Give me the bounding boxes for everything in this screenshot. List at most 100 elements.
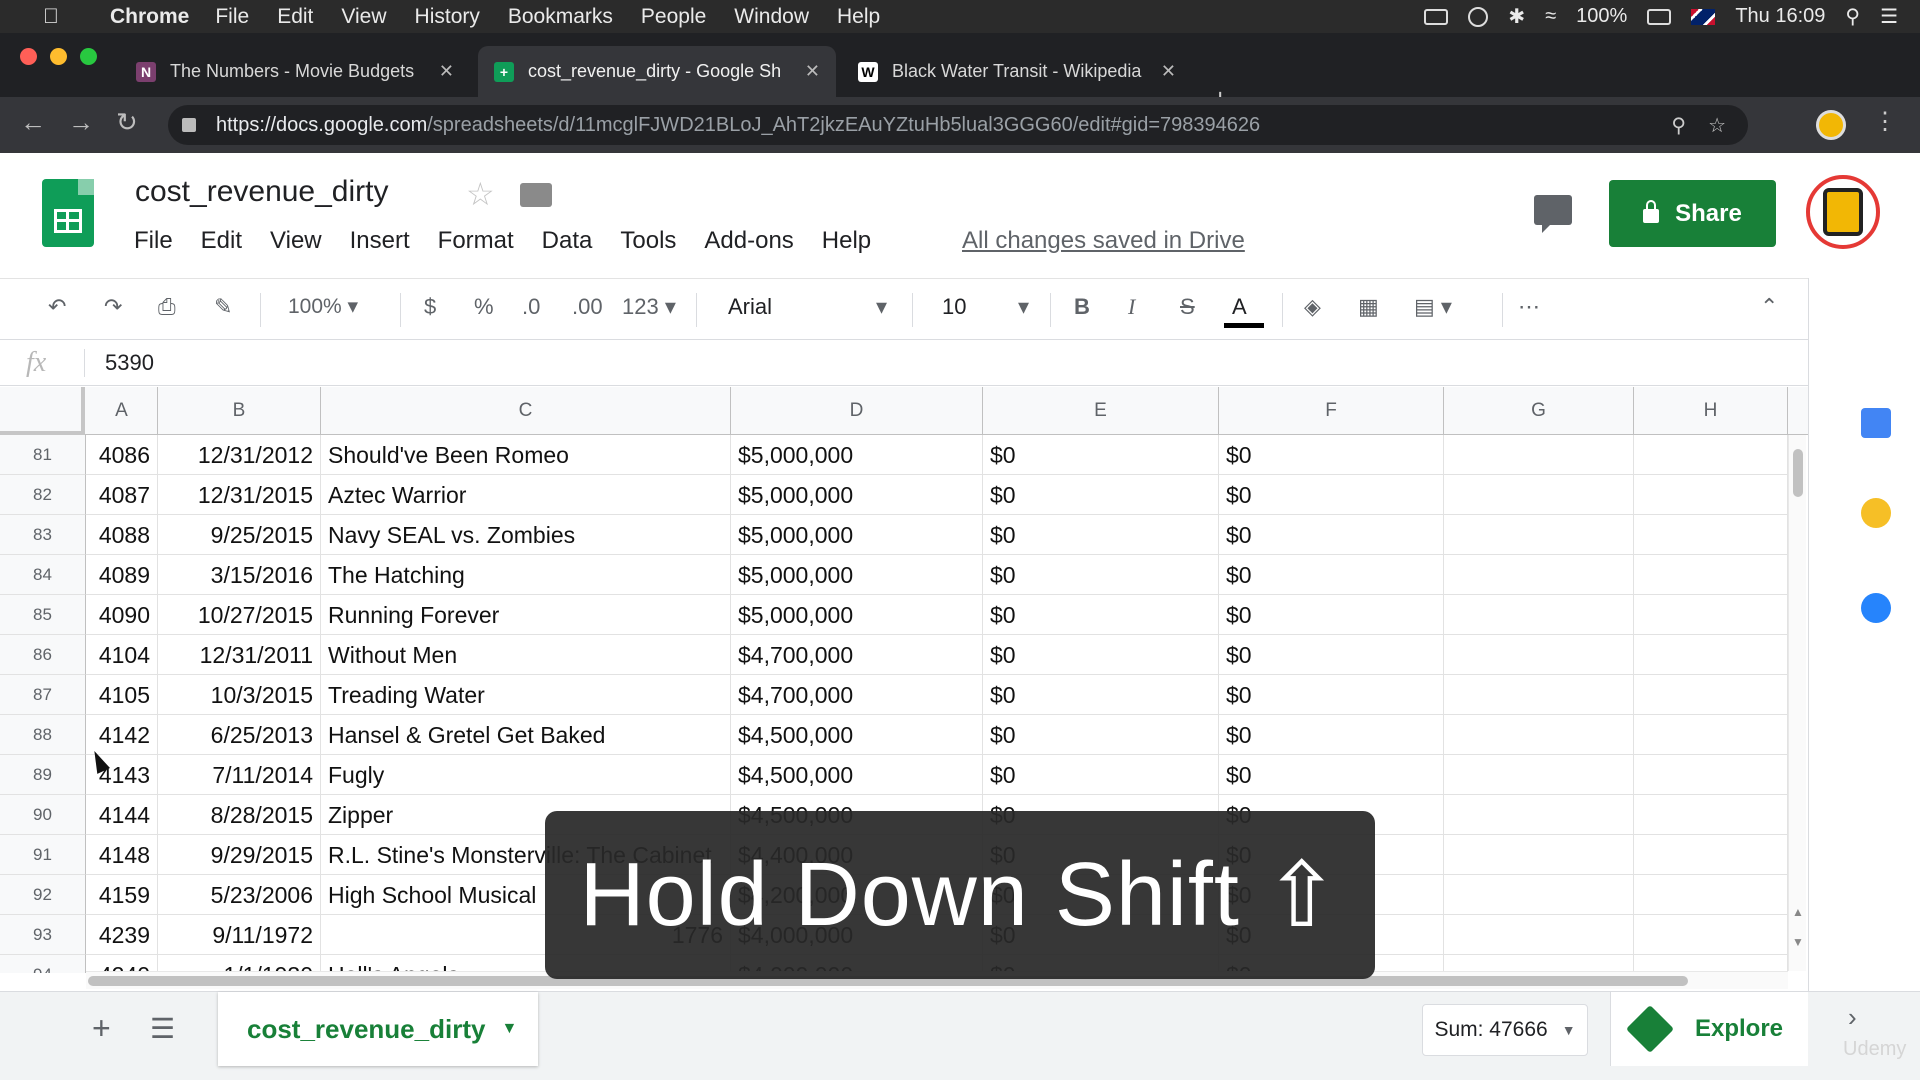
row-header[interactable]: 83 <box>0 515 86 555</box>
undo-icon[interactable]: ↶ <box>48 294 66 320</box>
cell-c[interactable]: Aztec Warrior <box>321 475 731 515</box>
column-header-e[interactable]: E <box>983 387 1219 435</box>
cell-h[interactable] <box>1634 795 1788 835</box>
cell-b[interactable]: 8/28/2015 <box>158 795 321 835</box>
account-avatar[interactable] <box>1806 175 1880 249</box>
column-header-b[interactable]: B <box>158 387 321 435</box>
star-document-icon[interactable]: ☆ <box>466 175 495 213</box>
menu-file[interactable]: File <box>134 227 173 255</box>
calendar-icon[interactable] <box>1861 408 1891 438</box>
cell-g[interactable] <box>1444 675 1634 715</box>
cell-c[interactable]: The Hatching <box>321 555 731 595</box>
battery-icon[interactable] <box>1647 8 1672 25</box>
column-header-a[interactable]: A <box>86 387 158 435</box>
chrome-menu-icon[interactable]: ⋮ <box>1873 107 1897 136</box>
share-button[interactable]: Share <box>1609 180 1776 247</box>
cell-g[interactable] <box>1444 835 1634 875</box>
cell-b[interactable]: 5/23/2006 <box>158 875 321 915</box>
cell-b[interactable]: 9/29/2015 <box>158 835 321 875</box>
cell-f[interactable]: $0 <box>1219 435 1444 475</box>
formula-input[interactable]: 5390 <box>105 350 154 376</box>
dash-app-icon[interactable] <box>1468 6 1489 27</box>
cell-d[interactable]: $5,000,000 <box>731 435 983 475</box>
cell-c[interactable]: Navy SEAL vs. Zombies <box>321 515 731 555</box>
cell-c[interactable]: Without Men <box>321 635 731 675</box>
cell-h[interactable] <box>1634 675 1788 715</box>
move-to-folder-icon[interactable] <box>520 183 552 207</box>
menu-view[interactable]: View <box>270 227 322 255</box>
cell-a[interactable]: 4086 <box>86 435 158 475</box>
select-all-corner[interactable] <box>0 387 85 435</box>
menu-data[interactable]: Data <box>542 227 593 255</box>
scroll-down-icon[interactable]: ▼ <box>1792 935 1804 949</box>
font-size-dropdown-icon[interactable]: ▾ <box>1018 294 1029 320</box>
cell-b[interactable]: 12/31/2011 <box>158 635 321 675</box>
row-header[interactable]: 91 <box>0 835 86 875</box>
menubar-clock[interactable]: Thu 16:09 <box>1735 5 1825 28</box>
menu-edit[interactable]: Edit <box>201 227 242 255</box>
redo-icon[interactable]: ↷ <box>104 294 122 320</box>
cell-a[interactable]: 4159 <box>86 875 158 915</box>
fill-color-icon[interactable]: ◈ <box>1304 294 1321 320</box>
reload-icon[interactable]: ↻ <box>116 107 138 138</box>
browser-tab-the-numbers[interactable]: N The Numbers - Movie Budgets ✕ <box>120 46 470 97</box>
cell-f[interactable]: $0 <box>1219 755 1444 795</box>
cell-a[interactable]: 4089 <box>86 555 158 595</box>
cell-b[interactable]: 12/31/2015 <box>158 475 321 515</box>
cell-a[interactable]: 4090 <box>86 595 158 635</box>
cell-g[interactable] <box>1444 635 1634 675</box>
cell-d[interactable]: $4,500,000 <box>731 755 983 795</box>
column-header-f[interactable]: F <box>1219 387 1444 435</box>
cell-d[interactable]: $4,700,000 <box>731 635 983 675</box>
menubar-file[interactable]: File <box>215 5 249 29</box>
row-header[interactable]: 84 <box>0 555 86 595</box>
browser-tab-cost-revenue[interactable]: + cost_revenue_dirty - Google Sh ✕ <box>478 46 836 97</box>
cell-h[interactable] <box>1634 635 1788 675</box>
vertical-scrollbar[interactable]: ▲ ▼ <box>1788 435 1806 971</box>
extension-icon[interactable] <box>1816 110 1846 140</box>
cell-d[interactable]: $4,500,000 <box>731 715 983 755</box>
cell-g[interactable] <box>1444 795 1634 835</box>
menubar-view[interactable]: View <box>341 5 386 29</box>
strikethrough-button[interactable]: S <box>1180 294 1195 320</box>
window-close-icon[interactable] <box>20 48 37 65</box>
row-header[interactable]: 82 <box>0 475 86 515</box>
cell-h[interactable] <box>1634 595 1788 635</box>
save-status-link[interactable]: All changes saved in Drive <box>962 227 1245 255</box>
cell-h[interactable] <box>1634 435 1788 475</box>
row-header[interactable]: 94 <box>0 955 86 973</box>
tasks-icon[interactable] <box>1861 593 1891 623</box>
row-header[interactable]: 90 <box>0 795 86 835</box>
column-header-g[interactable]: G <box>1444 387 1634 435</box>
scroll-up-icon[interactable]: ▲ <box>1792 905 1804 919</box>
apple-menu-icon[interactable]:  <box>30 5 72 29</box>
more-options-icon[interactable]: ⋯ <box>1518 294 1540 320</box>
cell-f[interactable]: $0 <box>1219 595 1444 635</box>
cell-b[interactable]: 10/27/2015 <box>158 595 321 635</box>
cell-e[interactable]: $0 <box>983 475 1219 515</box>
row-header[interactable]: 89 <box>0 755 86 795</box>
cell-a[interactable]: 4087 <box>86 475 158 515</box>
cell-a[interactable]: 4088 <box>86 515 158 555</box>
cell-b[interactable]: 7/11/2014 <box>158 755 321 795</box>
cell-f[interactable]: $0 <box>1219 475 1444 515</box>
cell-c[interactable]: Treading Water <box>321 675 731 715</box>
row-header[interactable]: 81 <box>0 435 86 475</box>
address-bar[interactable]: https://docs.google.com/spreadsheets/d/1… <box>168 105 1748 145</box>
menubar-edit[interactable]: Edit <box>277 5 313 29</box>
cell-f[interactable]: $0 <box>1219 715 1444 755</box>
cell-c[interactable]: Hansel & Gretel Get Baked <box>321 715 731 755</box>
add-sheet-plus-icon[interactable]: + <box>92 1010 111 1047</box>
screen-record-icon[interactable] <box>1424 8 1449 25</box>
zoom-select[interactable]: 100% ▾ <box>288 294 358 319</box>
close-tab-icon[interactable]: ✕ <box>805 61 820 82</box>
font-size-select[interactable]: 10 <box>942 294 966 320</box>
row-header[interactable]: 92 <box>0 875 86 915</box>
sheet-tab-cost-revenue[interactable]: cost_revenue_dirty ▼ <box>218 992 538 1066</box>
cell-h[interactable] <box>1634 875 1788 915</box>
print-icon[interactable]: ⎙ <box>158 294 176 320</box>
close-tab-icon[interactable]: ✕ <box>439 61 454 82</box>
cell-c[interactable]: Running Forever <box>321 595 731 635</box>
cell-b[interactable]: 6/25/2013 <box>158 715 321 755</box>
menubar-window[interactable]: Window <box>734 5 809 29</box>
